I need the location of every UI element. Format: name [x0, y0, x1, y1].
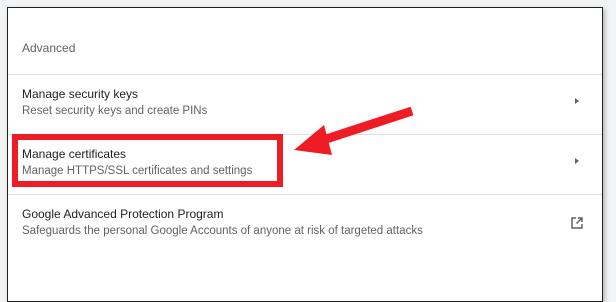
chevron-right-icon[interactable] [575, 158, 579, 164]
row-advanced-protection[interactable]: Google Advanced Protection Program Safeg… [8, 194, 602, 254]
chevron-right-icon[interactable] [575, 98, 579, 104]
open-in-new-icon[interactable] [571, 217, 583, 229]
row-subtitle: Safeguards the personal Google Accounts … [22, 225, 423, 237]
row-subtitle: Reset security keys and create PINs [22, 105, 208, 117]
annotation-arrow-icon [294, 106, 414, 155]
section-title: Advanced [22, 41, 76, 55]
row-title: Manage security keys [22, 87, 139, 101]
row-title: Google Advanced Protection Program [22, 207, 224, 221]
annotation-highlight-box [12, 134, 283, 187]
